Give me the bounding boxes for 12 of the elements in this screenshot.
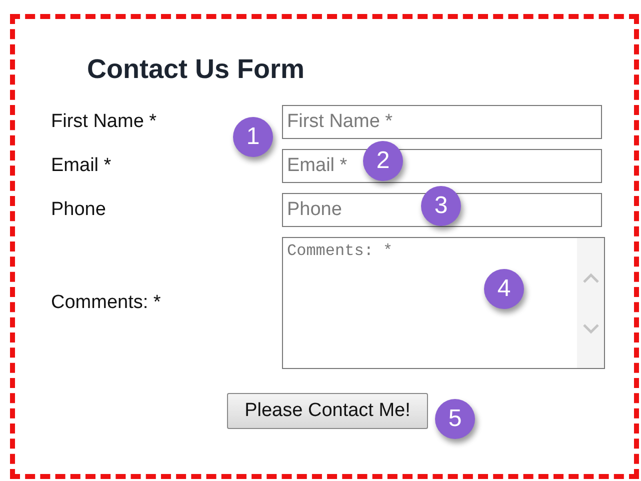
scroll-up-icon[interactable] [582, 272, 600, 284]
form-title: Contact Us Form [87, 54, 305, 85]
field-label: Phone [51, 199, 107, 221]
field-label: Email * [51, 155, 112, 177]
callout-badge: 5 [435, 399, 475, 439]
callout-badge: 1 [233, 117, 273, 157]
field-label: First Name * [51, 111, 158, 133]
submit-button[interactable]: Please Contact Me! [226, 393, 428, 429]
scroll-down-icon[interactable] [582, 322, 600, 334]
scrollbar[interactable] [577, 238, 604, 368]
field-label: Comments: * [51, 292, 162, 314]
input-field[interactable]: First Name * [282, 105, 602, 139]
